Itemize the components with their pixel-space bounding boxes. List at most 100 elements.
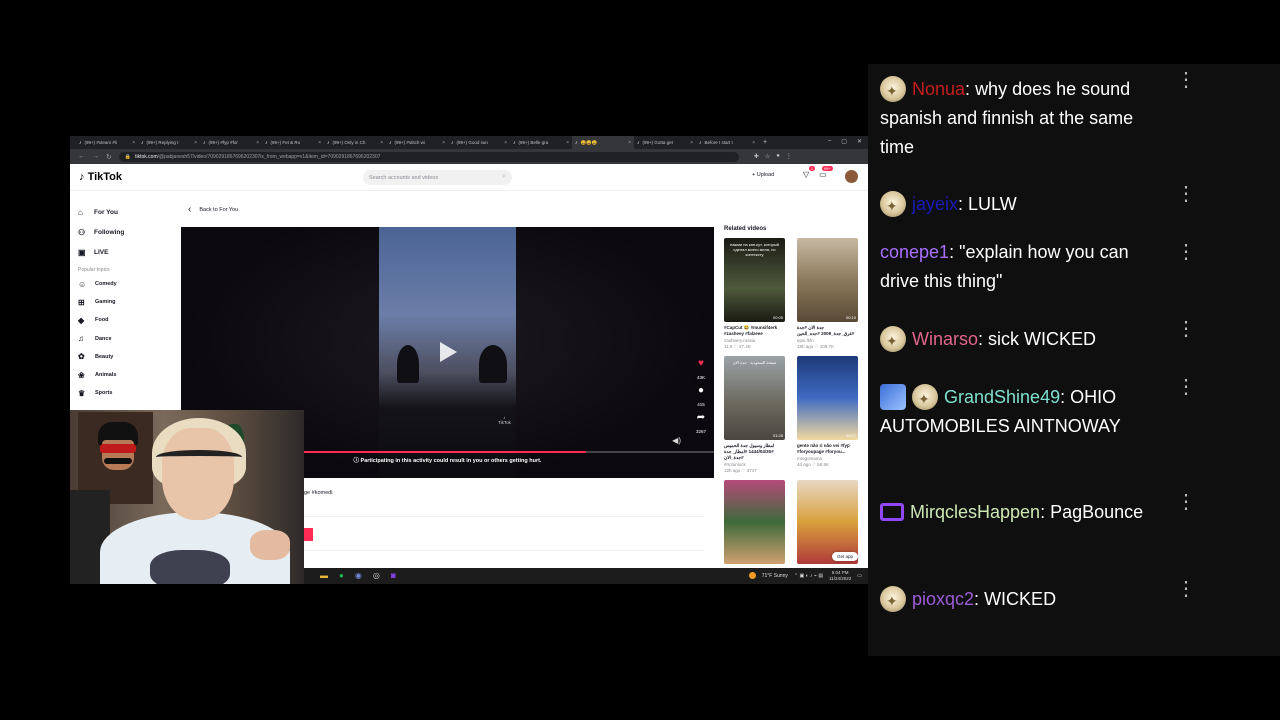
- close-tab-icon[interactable]: ×: [442, 140, 445, 146]
- get-app-button[interactable]: Get app: [832, 552, 859, 561]
- upload-button[interactable]: + Upload: [752, 172, 774, 178]
- video-thumbnail[interactable]: صفحة السعودية · جدة الان 01:28: [724, 356, 785, 440]
- chat-message: jayeix: LULW: [880, 190, 1170, 221]
- twitch-icon[interactable]: ◙: [391, 571, 396, 580]
- chat-username[interactable]: Winarso: [912, 329, 978, 349]
- browser-tab[interactable]: ♪ (99+) Good sun ×: [448, 136, 510, 149]
- like-icon[interactable]: ♥: [698, 359, 704, 369]
- related-video-card[interactable]: 00:10 جدة الان #جدة #غرق_جدة_2009 #جده_ا…: [797, 238, 858, 350]
- topic-animals[interactable]: ❀ Animals: [78, 366, 178, 384]
- chat-username[interactable]: conepe1: [880, 242, 949, 262]
- play-icon[interactable]: [440, 342, 457, 362]
- browser-tab[interactable]: ♪ (99+) Only in Ch ×: [324, 136, 386, 149]
- sidebar-item-for-you[interactable]: ⌂ For You: [78, 202, 178, 222]
- browser-tab[interactable]: ♪ (99+) #xteam #li ×: [76, 136, 138, 149]
- related-video-card[interactable]: нажми на кап-кут, который сделал моего м…: [724, 238, 785, 350]
- close-tab-icon[interactable]: ×: [380, 140, 383, 146]
- beauty-icon: ✿: [78, 352, 85, 362]
- close-tab-icon[interactable]: ×: [690, 140, 693, 146]
- weather-text[interactable]: 71°F Sunny: [762, 573, 788, 579]
- chat-username[interactable]: jayeix: [912, 194, 958, 214]
- obs-icon[interactable]: ◎: [373, 571, 380, 580]
- sidebar-item-following[interactable]: ⚇ Following: [78, 222, 178, 242]
- live-icon: ▣: [78, 247, 86, 257]
- more-options-icon[interactable]: ⋮: [1176, 579, 1196, 599]
- browser-tab[interactable]: ♪ (99+) Gotta get ×: [634, 136, 696, 149]
- back-arrow-icon[interactable]: ←: [78, 153, 85, 160]
- more-options-icon[interactable]: ⋮: [1176, 492, 1196, 512]
- close-tab-icon[interactable]: ×: [628, 140, 631, 146]
- badge-icon: [880, 191, 906, 221]
- folder-icon[interactable]: ▬: [320, 571, 328, 580]
- topic-sports[interactable]: ♛ Sports: [78, 384, 178, 402]
- related-video-card[interactable]: 00:07 gente não ri não vei #fyp #foryoup…: [797, 356, 858, 474]
- spotify-icon[interactable]: ●: [339, 571, 344, 580]
- paw-icon: ❀: [78, 370, 85, 380]
- notification-icon[interactable]: ▭: [857, 573, 862, 579]
- address-bar[interactable]: 🔒 tiktok.com/@pabjanesh57/video/70902918…: [118, 151, 739, 162]
- browser-tab[interactable]: ♪ (99+) Replying t ×: [138, 136, 200, 149]
- comment-icon[interactable]: ●: [698, 386, 704, 396]
- inbox-icon[interactable]: ▭ 99+: [819, 166, 833, 179]
- tiktok-logo[interactable]: ♪ TikTok: [79, 171, 122, 183]
- tiktok-favicon-icon: ♪: [79, 139, 82, 146]
- topic-dance[interactable]: ♫ Dance: [78, 330, 178, 348]
- follow-button[interactable]: [304, 528, 313, 541]
- forward-arrow-icon[interactable]: →: [92, 153, 99, 160]
- video-thumbnail[interactable]: нажми на кап-кут, который сделал моего м…: [724, 238, 785, 322]
- reload-icon[interactable]: ↻: [106, 153, 112, 161]
- search-icon[interactable]: ⌕: [502, 173, 506, 181]
- avatar[interactable]: [845, 170, 858, 183]
- send-icon[interactable]: ▽ 1: [803, 166, 816, 179]
- close-window-icon[interactable]: ✕: [857, 138, 862, 145]
- bot-badge-icon: [880, 503, 904, 521]
- video-thumbnail[interactable]: 00:10: [797, 238, 858, 322]
- streamer-face: [162, 428, 234, 520]
- menu-dots-icon[interactable]: ⋮: [786, 153, 792, 160]
- more-options-icon[interactable]: ⋮: [1176, 319, 1196, 339]
- discord-icon[interactable]: ◉: [355, 571, 362, 580]
- close-tab-icon[interactable]: ×: [752, 140, 755, 146]
- puzzle-icon[interactable]: ✚: [754, 153, 759, 160]
- back-to-for-you-link[interactable]: ‹ Back to For You: [188, 204, 238, 215]
- close-tab-icon[interactable]: ×: [566, 140, 569, 146]
- star-icon[interactable]: ☆: [765, 153, 770, 160]
- more-options-icon[interactable]: ⋮: [1176, 242, 1196, 262]
- chat-username[interactable]: GrandShine49: [944, 387, 1060, 407]
- topic-beauty[interactable]: ✿ Beauty: [78, 348, 178, 366]
- tray-icons[interactable]: ⌃ ▣ ◐ ♪ ⌁ ▤: [794, 573, 823, 579]
- video-thumbnail[interactable]: 00:07: [797, 356, 858, 440]
- browser-tab[interactable]: ♪ (99+) #fyp #for ×: [200, 136, 262, 149]
- more-options-icon[interactable]: ⋮: [1176, 184, 1196, 204]
- profile-icon[interactable]: ●: [776, 153, 780, 160]
- browser-tab[interactable]: ♪ Before I start I ×: [696, 136, 758, 149]
- clock[interactable]: 5:04 PM 11/24/2022: [829, 570, 851, 581]
- search-input[interactable]: Search accounts and videos ⌕: [363, 170, 512, 185]
- browser-tab[interactable]: ♪ (99+) Fet & Ro ×: [262, 136, 324, 149]
- chat-username[interactable]: pioxqc2: [912, 589, 974, 609]
- chat-username[interactable]: Nonua: [912, 79, 965, 99]
- share-icon[interactable]: ➦: [697, 413, 705, 423]
- browser-tab-active[interactable]: ♪ 😀😀😀 ×: [572, 136, 634, 149]
- more-options-icon[interactable]: ⋮: [1176, 377, 1196, 397]
- topic-food[interactable]: ◆ Food: [78, 311, 178, 329]
- video-thumbnail[interactable]: [724, 480, 785, 564]
- topic-comedy[interactable]: ☺ Comedy: [78, 275, 178, 293]
- close-tab-icon[interactable]: ×: [194, 140, 197, 146]
- maximize-icon[interactable]: ▢: [841, 138, 847, 145]
- sidebar-item-live[interactable]: ▣ LIVE: [78, 242, 178, 262]
- volume-icon[interactable]: ◀): [672, 436, 681, 445]
- related-video-card[interactable]: صفحة السعودية · جدة الان 01:28 امطار وسيو…: [724, 356, 785, 474]
- chat-username[interactable]: MirqclesHappen: [910, 502, 1040, 522]
- close-tab-icon[interactable]: ×: [132, 140, 135, 146]
- topic-gaming[interactable]: ⊞ Gaming: [78, 293, 178, 311]
- more-options-icon[interactable]: ⋮: [1176, 70, 1196, 90]
- minimize-icon[interactable]: –: [828, 138, 831, 145]
- close-tab-icon[interactable]: ×: [504, 140, 507, 146]
- related-video-card[interactable]: [724, 480, 785, 564]
- browser-tab[interactable]: ♪ (99+) #stitch wi ×: [386, 136, 448, 149]
- new-tab-icon[interactable]: +: [763, 139, 767, 146]
- browser-tab[interactable]: ♪ (99+) Belle gra ×: [510, 136, 572, 149]
- close-tab-icon[interactable]: ×: [318, 140, 321, 146]
- close-tab-icon[interactable]: ×: [256, 140, 259, 146]
